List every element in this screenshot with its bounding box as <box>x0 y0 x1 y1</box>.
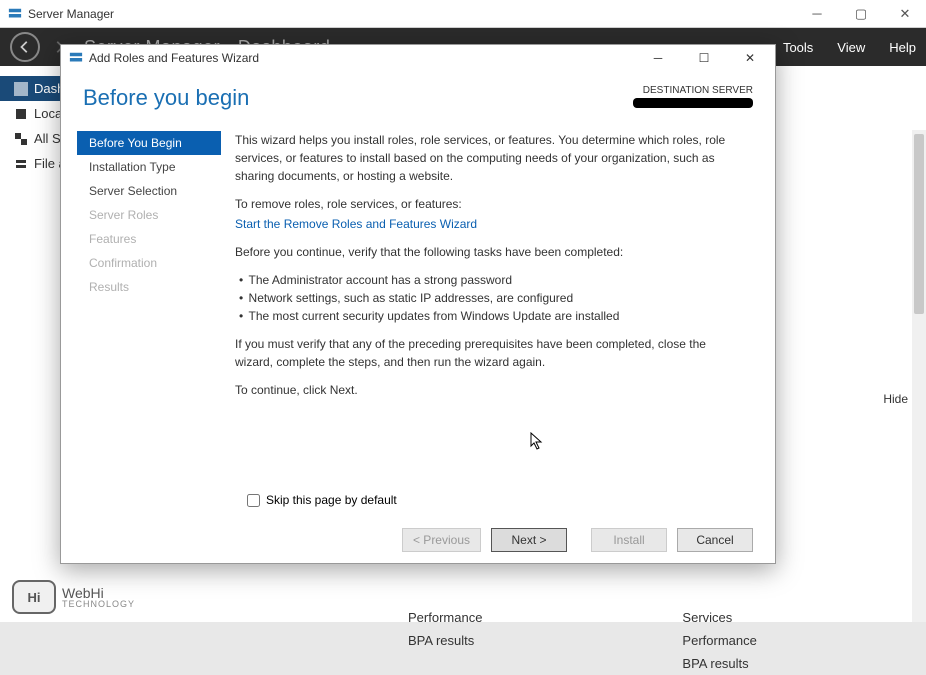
dialog-maximize-button[interactable]: ☐ <box>687 47 721 69</box>
prereq-item: Network settings, such as static IP addr… <box>239 289 745 307</box>
servers-icon <box>14 132 28 146</box>
menu-help[interactable]: Help <box>889 40 916 55</box>
dialog-header: Before you begin DESTINATION SERVER <box>61 71 775 115</box>
prereq-list: The Administrator account has a strong p… <box>239 271 745 325</box>
next-button[interactable]: Next > <box>491 528 567 552</box>
verify-label: Before you continue, verify that the fol… <box>235 243 745 261</box>
card-row[interactable]: BPA results <box>408 629 482 652</box>
watermark-line1: WebHi <box>62 586 135 600</box>
add-roles-wizard-dialog: Add Roles and Features Wizard ─ ☐ ✕ Befo… <box>60 44 776 564</box>
step-confirmation: Confirmation <box>83 251 221 275</box>
window-title: Server Manager <box>28 7 114 21</box>
maximize-button[interactable]: ▢ <box>848 4 874 24</box>
nav-back-button[interactable] <box>10 32 40 62</box>
skip-label: Skip this page by default <box>266 493 397 507</box>
prereq-item: The most current security updates from W… <box>239 307 745 325</box>
dashboard-cards: Performance BPA results Services Perform… <box>408 606 757 675</box>
main-titlebar: Server Manager ─ ▢ ✕ <box>0 0 926 28</box>
card-row[interactable]: Performance <box>408 606 482 629</box>
prereq-note: If you must verify that any of the prece… <box>235 335 745 371</box>
watermark-line2: TECHNOLOGY <box>62 600 135 609</box>
watermark: Hi WebHi TECHNOLOGY <box>12 580 135 614</box>
hide-button[interactable]: Hide <box>883 392 908 406</box>
dashboard-icon <box>14 82 28 96</box>
watermark-bubble: Hi <box>12 580 56 614</box>
previous-button: < Previous <box>402 528 481 552</box>
header-menu: Tools View Help <box>783 40 916 55</box>
dialog-footer: < Previous Next > Install Cancel <box>61 517 775 563</box>
storage-icon <box>14 157 28 171</box>
card-row[interactable]: Services <box>682 606 756 629</box>
install-button: Install <box>591 528 667 552</box>
destination-label: DESTINATION SERVER <box>633 85 753 96</box>
wizard-steps: Before You Begin Installation Type Serve… <box>61 121 221 487</box>
step-before-you-begin[interactable]: Before You Begin <box>77 131 221 155</box>
remove-label: To remove roles, role services, or featu… <box>235 195 745 213</box>
scrollbar[interactable] <box>912 130 926 622</box>
card-row[interactable]: BPA results <box>682 652 756 675</box>
scrollbar-thumb[interactable] <box>914 134 924 314</box>
card-row[interactable]: Performance <box>682 629 756 652</box>
cancel-button[interactable]: Cancel <box>677 528 753 552</box>
step-installation-type[interactable]: Installation Type <box>83 155 221 179</box>
watermark-text: WebHi TECHNOLOGY <box>62 586 135 609</box>
remove-wizard-link[interactable]: Start the Remove Roles and Features Wiza… <box>235 217 477 231</box>
step-results: Results <box>83 275 221 299</box>
dialog-close-button[interactable]: ✕ <box>733 47 767 69</box>
server-manager-icon <box>8 7 22 21</box>
close-button[interactable]: ✕ <box>892 4 918 24</box>
server-icon <box>14 107 28 121</box>
intro-text: This wizard helps you install roles, rol… <box>235 131 745 185</box>
destination-server: DESTINATION SERVER <box>633 85 753 108</box>
card-right: Services Performance BPA results <box>682 606 756 675</box>
minimize-button[interactable]: ─ <box>804 4 830 24</box>
window-controls: ─ ▢ ✕ <box>804 4 918 24</box>
menu-view[interactable]: View <box>837 40 865 55</box>
skip-row: Skip this page by default <box>61 487 775 517</box>
continue-text: To continue, click Next. <box>235 381 745 399</box>
skip-checkbox[interactable] <box>247 494 260 507</box>
dialog-controls: ─ ☐ ✕ <box>641 47 767 69</box>
prereq-item: The Administrator account has a strong p… <box>239 271 745 289</box>
wizard-icon <box>69 51 83 65</box>
dialog-body: Before You Begin Installation Type Serve… <box>61 115 775 487</box>
dialog-title: Add Roles and Features Wizard <box>89 51 259 65</box>
wizard-content: This wizard helps you install roles, rol… <box>221 121 775 487</box>
menu-tools[interactable]: Tools <box>783 40 813 55</box>
dialog-titlebar[interactable]: Add Roles and Features Wizard ─ ☐ ✕ <box>61 45 775 71</box>
dialog-minimize-button[interactable]: ─ <box>641 47 675 69</box>
step-server-roles: Server Roles <box>83 203 221 227</box>
step-server-selection[interactable]: Server Selection <box>83 179 221 203</box>
step-features: Features <box>83 227 221 251</box>
destination-value-redacted <box>633 98 753 108</box>
page-heading: Before you begin <box>83 85 249 111</box>
card-left: Performance BPA results <box>408 606 482 675</box>
